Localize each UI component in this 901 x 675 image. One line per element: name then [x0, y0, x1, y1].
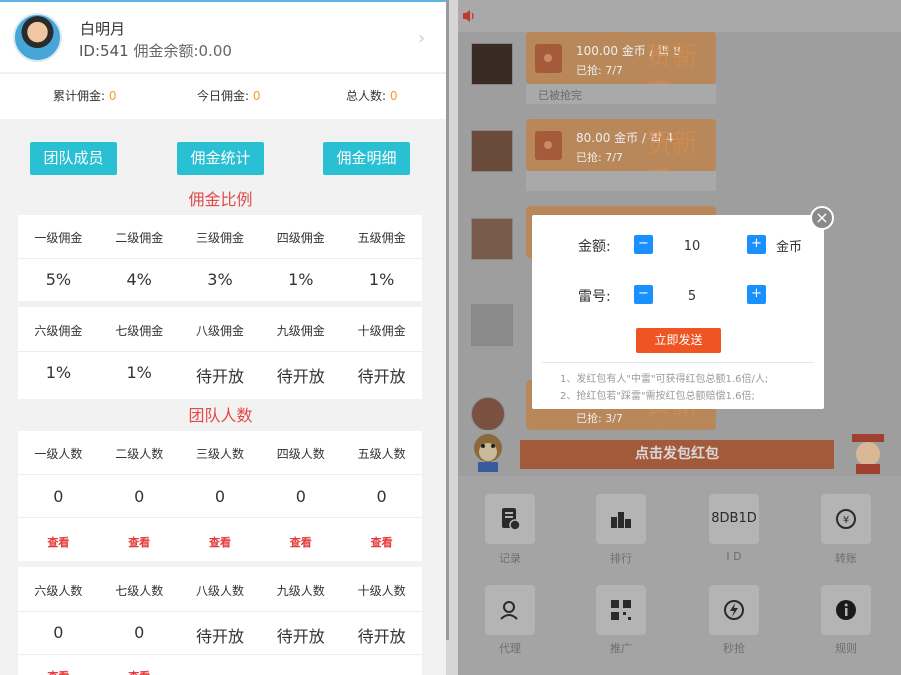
- view-level-2-link[interactable]: 查看: [99, 534, 180, 550]
- ranking-icon[interactable]: [596, 494, 646, 544]
- team-headers-2: 六级人数 七级人数 八级人数 九级人数 十级人数: [34, 584, 406, 598]
- rules-label: 规则: [835, 642, 857, 655]
- divider: [542, 362, 814, 363]
- view-level-4-link[interactable]: 查看: [260, 534, 341, 550]
- amount-value[interactable]: 10: [672, 239, 712, 254]
- send-now-button[interactable]: 立即发送: [636, 328, 721, 353]
- promotion-panel: 白明月 ID:541 佣金余额:0.00 › 累计佣金: 0 今日佣金: 0 总…: [0, 0, 446, 675]
- stat-total-people: 总人数: 0: [346, 89, 398, 103]
- commission-values-2: 1% 1% 待开放 待开放 待开放: [45, 363, 406, 386]
- amount-label: 金额:: [578, 239, 611, 255]
- stats-bar: 累计佣金: 0 今日佣金: 0 总人数: 0: [0, 73, 446, 119]
- rule-note-1: 1、发红包有人"中雷"可获得红包总额1.6倍/人;: [560, 374, 769, 385]
- avatar: [471, 218, 513, 260]
- info-icon[interactable]: [821, 585, 871, 635]
- avatar: [471, 397, 505, 431]
- chat-topbar: [458, 0, 901, 32]
- stat-total-commission: 累计佣金: 0: [53, 89, 117, 103]
- speaker-icon[interactable]: [462, 9, 478, 23]
- amount-decrease-button[interactable]: −: [634, 235, 653, 254]
- divider: [18, 611, 422, 612]
- avatar: [471, 43, 513, 85]
- divider: [18, 258, 422, 259]
- commission-stats-button[interactable]: 佣金统计: [177, 142, 264, 175]
- qrcode-icon[interactable]: [596, 585, 646, 635]
- id-icon[interactable]: 8DB1D: [709, 494, 759, 544]
- svg-text:¥: ¥: [843, 515, 849, 526]
- view-level-3-link[interactable]: 查看: [180, 534, 261, 550]
- record-label: 记录: [499, 552, 521, 565]
- commission-ratio-title: 佣金比例: [188, 190, 253, 209]
- red-packet-status: 已被抢完: [526, 84, 716, 104]
- mine-number-value[interactable]: 5: [672, 289, 712, 304]
- team-values-2: 0 0 待开放 待开放 待开放: [53, 623, 406, 646]
- red-packet-grabbed: 已抢: 7/7: [576, 151, 623, 164]
- commission-balance: 佣金余额:0.00: [133, 42, 232, 60]
- team-headers-1: 一级人数 二级人数 三级人数 四级人数 五级人数: [34, 447, 406, 461]
- screen: 白明月 ID:541 佣金余额:0.00 › 累计佣金: 0 今日佣金: 0 总…: [0, 0, 901, 675]
- commission-card-1: 一级佣金 二级佣金 三级佣金 四级佣金 五级佣金 5% 4% 3% 1% 1%: [18, 215, 422, 301]
- team-card-1: 一级人数 二级人数 三级人数 四级人数 五级人数 0 0 0 0 0 查看 查看…: [18, 431, 422, 561]
- amount-increase-button[interactable]: +: [747, 235, 766, 254]
- commission-detail-button[interactable]: 佣金明细: [323, 142, 410, 175]
- mine-decrease-button[interactable]: −: [634, 285, 653, 304]
- view-level-5-link[interactable]: 查看: [341, 534, 422, 550]
- red-packet-status: [526, 171, 716, 191]
- user-name: 白明月: [80, 20, 126, 38]
- red-packet-grabbed: 已抢: 3/7: [576, 412, 623, 425]
- amount-unit: 金币: [776, 240, 803, 255]
- quick-grab-label: 秒抢: [723, 642, 745, 655]
- red-packet-icon: [535, 131, 562, 160]
- view-level-6-link[interactable]: 查看: [18, 668, 99, 675]
- team-view-links-1: 查看 查看 查看 查看 查看: [18, 534, 422, 550]
- team-values-1: 0 0 0 0 0: [53, 487, 387, 506]
- transfer-icon[interactable]: ¥: [821, 494, 871, 544]
- avatar: [13, 13, 62, 62]
- avatar: [471, 304, 513, 346]
- scrollbar[interactable]: [446, 0, 449, 640]
- mine-increase-button[interactable]: +: [747, 285, 766, 304]
- profile-header[interactable]: 白明月 ID:541 佣金余额:0.00 ›: [0, 2, 446, 72]
- dog-mascot-icon: [474, 434, 502, 472]
- divider: [18, 654, 422, 655]
- user-id: ID:541: [79, 42, 129, 60]
- divider: [18, 474, 422, 475]
- rule-note-2: 2、抢红包若"踩雷"需按红包总额赔偿1.6倍;: [560, 391, 755, 402]
- divider: [18, 517, 422, 518]
- record-icon[interactable]: [485, 494, 535, 544]
- panel-divider: [446, 0, 458, 675]
- send-packet-dialog: 金额: − 10 + 金币 雷号: − 5 + 立即发送 1、发红包有人"中雷"…: [532, 215, 824, 409]
- red-packet-grabbed: 已抢: 7/7: [576, 64, 623, 77]
- mascot-icon: [852, 434, 884, 474]
- transfer-label: 转账: [835, 552, 857, 565]
- team-view-links-2: 查看 查看: [18, 668, 422, 675]
- team-count-title: 团队人数: [188, 406, 253, 425]
- red-packet-card[interactable]: 100.00 金币 / 雷 8 已抢: 7/7 贺新春: [526, 32, 716, 109]
- send-red-packet-button[interactable]: 点击发包红包: [520, 440, 834, 469]
- mine-number-label: 雷号:: [578, 289, 611, 305]
- send-packet-bar: 点击发包红包: [458, 430, 901, 477]
- ranking-label: 排行: [610, 552, 632, 565]
- divider: [18, 351, 422, 352]
- team-members-button[interactable]: 团队成员: [30, 142, 117, 175]
- user-id-balance: ID:541 佣金余额:0.00: [79, 40, 232, 61]
- view-level-1-link[interactable]: 查看: [18, 534, 99, 550]
- id-label: I D: [726, 550, 742, 563]
- agent-icon[interactable]: [485, 585, 535, 635]
- lightning-icon[interactable]: [709, 585, 759, 635]
- commission-card-2: 六级佣金 七级佣金 八级佣金 九级佣金 十级佣金 1% 1% 待开放 待开放 待…: [18, 307, 422, 399]
- view-level-7-link[interactable]: 查看: [99, 668, 180, 675]
- promote-label: 推广: [610, 642, 632, 655]
- commission-headers-2: 六级佣金 七级佣金 八级佣金 九级佣金 十级佣金: [34, 324, 406, 338]
- agent-label: 代理: [499, 642, 521, 655]
- team-card-2: 六级人数 七级人数 八级人数 九级人数 十级人数 0 0 待开放 待开放 待开放…: [18, 567, 422, 675]
- stat-today-commission: 今日佣金: 0: [197, 89, 261, 103]
- close-icon[interactable]: ×: [810, 206, 834, 230]
- commission-headers-1: 一级佣金 二级佣金 三级佣金 四级佣金 五级佣金: [34, 231, 406, 245]
- commission-values-1: 5% 4% 3% 1% 1%: [45, 270, 395, 289]
- red-packet-icon: [535, 44, 562, 73]
- chevron-right-icon[interactable]: ›: [418, 28, 425, 49]
- avatar: [471, 130, 513, 172]
- red-packet-card[interactable]: 80.00 金币 / 雷 4 已抢: 7/7 贺新春: [526, 119, 716, 196]
